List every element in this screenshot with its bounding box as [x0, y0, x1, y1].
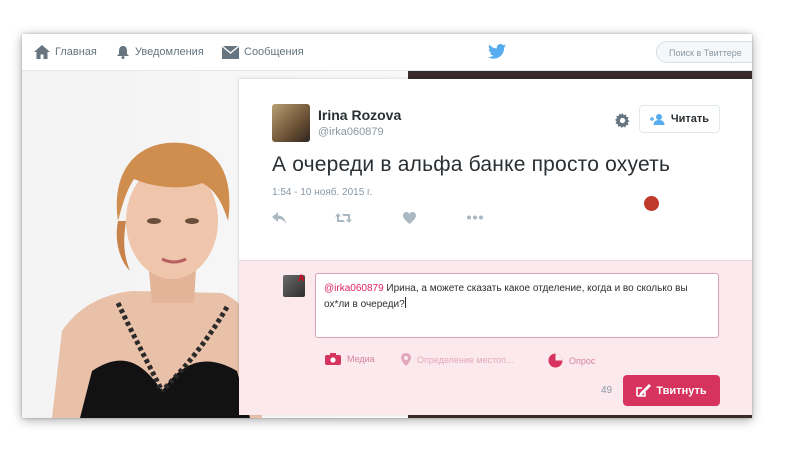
photo-edge-top	[408, 71, 752, 79]
text-cursor	[404, 297, 406, 308]
nav-messages[interactable]: Сообщения	[222, 34, 304, 70]
location-label: Определение местоп...	[417, 354, 514, 365]
woman-photo	[52, 142, 262, 418]
reply-composer: A @irka060879 Ирина, а можете сказать ка…	[239, 260, 752, 415]
nav-home-label: Главная	[55, 46, 97, 58]
compose-icon	[636, 384, 652, 397]
nav-notifications-label: Уведомления	[135, 46, 204, 58]
location-button[interactable]: Определение местоп...	[401, 353, 514, 366]
reply-textarea[interactable]: @irka060879 Ирина, а можете сказать како…	[315, 273, 719, 338]
red-annotation-dot	[644, 196, 659, 211]
author-avatar[interactable]	[272, 104, 310, 142]
poll-label: Опрос	[569, 355, 596, 366]
reply-text-line1: Ирина, а можете сказать какое отделение,…	[383, 283, 688, 294]
tweet-card: Irina Rozova @irka060879 Читать А очеред…	[239, 79, 752, 415]
media-button[interactable]: Медиа	[325, 353, 375, 365]
tweet-timestamp[interactable]: 1:54 - 10 нояб. 2015 г.	[272, 187, 372, 198]
nav-notifications[interactable]: Уведомления	[116, 34, 204, 70]
poll-icon	[548, 353, 563, 368]
screenshot-frame: Главная Уведомления Сообщения Поиск в Тв…	[22, 34, 752, 418]
author-handle[interactable]: @irka060879	[318, 126, 384, 138]
follow-label: Читать	[670, 113, 710, 125]
search-input[interactable]: Поиск в Твиттере	[656, 41, 752, 63]
retweet-icon[interactable]	[335, 212, 352, 224]
reply-icon[interactable]	[272, 212, 286, 224]
follow-user-icon	[649, 113, 665, 125]
alfa-logo: A	[298, 273, 305, 283]
follow-button[interactable]: Читать	[639, 105, 720, 133]
tweet-text: А очереди в альфа банке просто охуеть	[272, 153, 671, 176]
home-icon	[34, 45, 50, 59]
bell-icon	[117, 46, 129, 59]
top-navigation: Главная Уведомления Сообщения Поиск в Тв…	[22, 34, 752, 71]
camera-icon	[325, 353, 341, 365]
char-counter: 49	[601, 385, 613, 396]
like-icon[interactable]	[403, 212, 416, 224]
nav-home[interactable]: Главная	[34, 34, 97, 70]
gear-icon[interactable]	[615, 113, 630, 128]
poll-button[interactable]: Опрос	[548, 353, 595, 368]
media-label: Медиа	[347, 354, 375, 364]
tweet-button-label: Твитнуть	[656, 384, 707, 397]
reply-text-line2: ох*ли в очереди?	[324, 299, 405, 310]
more-icon[interactable]	[467, 215, 483, 220]
envelope-icon	[222, 45, 239, 59]
author-name[interactable]: Irina Rozova	[318, 107, 401, 123]
reply-mention[interactable]: @irka060879	[324, 283, 384, 294]
twitter-bird-icon[interactable]	[488, 44, 506, 59]
tweet-button[interactable]: Твитнуть	[623, 375, 720, 406]
nav-messages-label: Сообщения	[244, 46, 304, 58]
location-pin-icon	[401, 353, 411, 366]
